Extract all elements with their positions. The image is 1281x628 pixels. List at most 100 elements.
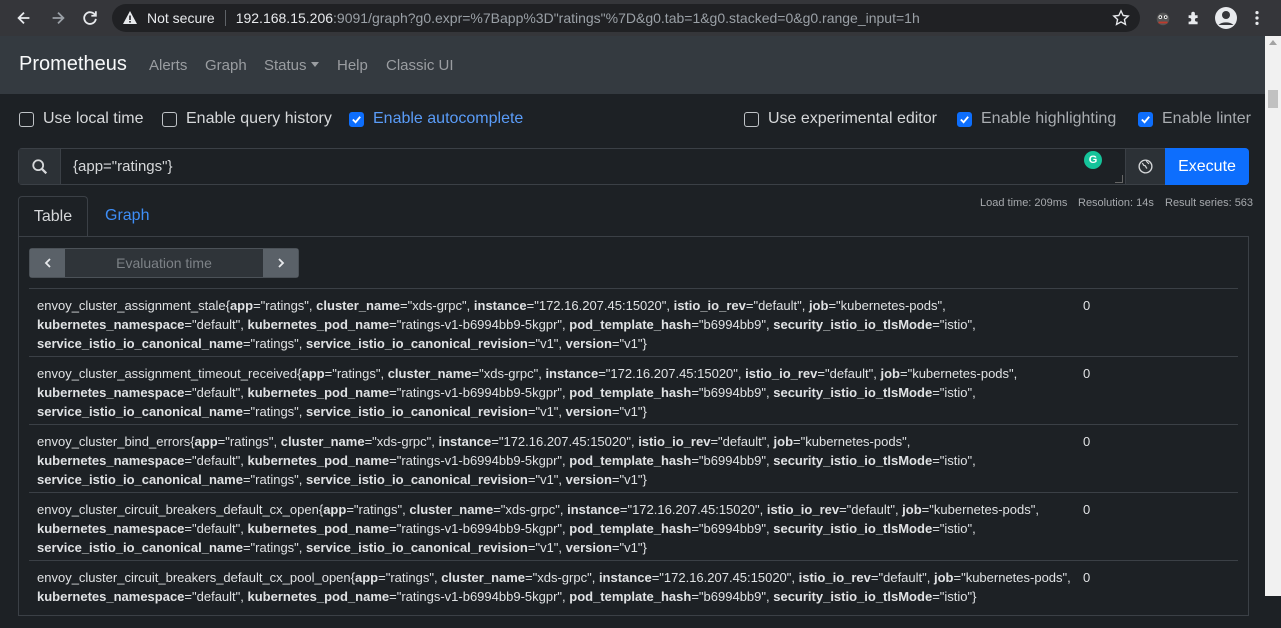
prev-time-button[interactable]	[30, 249, 65, 277]
label-value: ="172.16.207.45:15020",	[491, 434, 639, 449]
series-value: 0	[1083, 366, 1091, 381]
label-key: kubernetes_pod_name	[247, 453, 390, 468]
label-key: app	[301, 366, 325, 381]
label-key: cluster_name	[441, 570, 526, 585]
puzzle-icon[interactable]	[1184, 8, 1204, 28]
option-label: Enable linter	[1162, 110, 1251, 127]
scroll-up-icon[interactable]	[1269, 40, 1277, 45]
chevron-down-icon	[310, 62, 319, 67]
label-value: ="ratings",	[242, 540, 307, 555]
label-key: version	[565, 404, 612, 419]
nav-status-label: Status	[264, 57, 307, 74]
label-value: ="default",	[184, 317, 248, 332]
label-value: ="ratings-v1-b6994bb9-5kgpr",	[389, 521, 570, 536]
star-icon[interactable]	[1112, 9, 1130, 27]
series-label: envoy_cluster_assignment_stale{app="rati…	[37, 296, 1077, 353]
nav-status[interactable]: Status	[264, 57, 319, 74]
label-value: ="xds-grpc",	[399, 298, 474, 313]
label-key: app	[194, 434, 218, 449]
table-row: envoy_cluster_bind_errors{app="ratings",…	[29, 424, 1238, 492]
table-row: envoy_cluster_circuit_breakers_default_c…	[29, 560, 1238, 628]
tab-table[interactable]: Table	[18, 196, 88, 237]
label-value: ="xds-grpc",	[525, 570, 599, 585]
option-enable-linter[interactable]: Enable linter	[1138, 109, 1251, 129]
series-value: 0	[1083, 298, 1091, 313]
label-value: ="b6994bb9",	[691, 521, 774, 536]
label-value: ="kubernetes-pods",	[793, 434, 911, 449]
query-bar: {app="ratings"} G Execute	[18, 148, 1249, 185]
label-value: ="ratings",	[242, 472, 307, 487]
checkbox[interactable]	[744, 111, 759, 127]
metric-name: envoy_cluster_circuit_breakers_default_c…	[37, 502, 324, 517]
scroll-thumb[interactable]	[1268, 90, 1278, 108]
evaluation-time-input[interactable]: Evaluation time	[65, 249, 263, 277]
nav-help[interactable]: Help	[337, 57, 368, 74]
label-key: instance	[567, 502, 620, 517]
grammarly-icon[interactable]: G	[1084, 151, 1102, 169]
checkbox-checked[interactable]	[349, 111, 364, 127]
label-key: instance	[598, 570, 652, 585]
label-value: ="kubernetes-pods",	[921, 502, 1039, 517]
label-key: cluster_name	[409, 502, 494, 517]
option-enable-autocomplete[interactable]: Enable autocomplete	[349, 109, 523, 129]
option-enable-query-history[interactable]: Enable query history	[162, 109, 332, 129]
brand-link[interactable]: Prometheus	[19, 53, 127, 76]
label-value: ="ratings-v1-b6994bb9-5kgpr",	[389, 317, 570, 332]
profile-icon[interactable]	[1214, 6, 1238, 30]
label-key: security_istio_io_tlsMode	[773, 453, 933, 468]
series-value: 0	[1083, 570, 1091, 585]
label-key: istio_io_rev	[745, 366, 818, 381]
evaluation-time-control: Evaluation time	[29, 248, 299, 278]
option-use-local-time[interactable]: Use local time	[19, 109, 143, 129]
label-key: version	[565, 472, 612, 487]
label-key: kubernetes_pod_name	[247, 589, 390, 604]
option-use-experimental-editor[interactable]: Use experimental editor	[744, 109, 937, 129]
label-value: ="172.16.207.45:15020",	[619, 502, 767, 517]
omnibox-separator	[224, 10, 226, 26]
url-path: :9091/graph?g0.expr=%7Bapp%3D"ratings"%7…	[333, 10, 920, 26]
metric-name: envoy_cluster_bind_errors{	[37, 434, 195, 449]
nav-alerts[interactable]: Alerts	[149, 57, 187, 74]
label-key: app	[323, 502, 347, 517]
query-input[interactable]: {app="ratings"}	[73, 158, 172, 175]
checkbox-checked[interactable]	[1138, 111, 1153, 127]
resize-handle[interactable]	[1115, 175, 1123, 183]
load-time: Load time: 209ms	[980, 197, 1068, 209]
tab-graph[interactable]: Graph	[105, 207, 149, 225]
execute-button[interactable]: Execute	[1165, 148, 1249, 185]
extension-icon[interactable]	[1153, 8, 1173, 28]
globe-icon[interactable]	[1125, 149, 1165, 184]
option-enable-highlighting[interactable]: Enable highlighting	[957, 109, 1116, 129]
label-key: app	[229, 298, 254, 313]
nav-graph[interactable]: Graph	[205, 57, 247, 74]
reload-icon[interactable]	[79, 7, 101, 29]
label-value: ="ratings",	[217, 434, 281, 449]
label-value: ="v1"}	[611, 540, 647, 555]
option-label: Enable query history	[186, 110, 332, 127]
option-label: Use local time	[43, 110, 144, 127]
metric-name: envoy_cluster_assignment_timeout_receive…	[37, 366, 302, 381]
label-key: security_istio_io_tlsMode	[773, 317, 933, 332]
label-value: ="v1",	[527, 540, 566, 555]
next-time-button[interactable]	[263, 249, 298, 277]
label-value: ="b6994bb9",	[691, 453, 774, 468]
checkbox-checked[interactable]	[957, 111, 972, 127]
series-value: 0	[1083, 502, 1091, 517]
label-value: ="default",	[817, 366, 881, 381]
label-value: ="ratings",	[378, 570, 442, 585]
label-value: ="xds-grpc",	[471, 366, 546, 381]
label-value: ="istio",	[932, 385, 976, 400]
address-bar[interactable]: Not secure 192.168.15.206:9091/graph?g0.…	[112, 4, 1140, 32]
nav-classic-ui[interactable]: Classic UI	[386, 57, 454, 74]
kebab-menu-icon[interactable]	[1247, 8, 1267, 28]
forward-icon[interactable]	[47, 7, 69, 29]
label-value: ="172.16.207.45:15020",	[598, 366, 746, 381]
checkbox[interactable]	[162, 111, 177, 127]
checkbox[interactable]	[19, 111, 34, 127]
label-key: kubernetes_namespace	[37, 317, 185, 332]
page-scrollbar[interactable]	[1265, 36, 1281, 596]
label-value: ="b6994bb9",	[691, 385, 774, 400]
back-icon[interactable]	[13, 7, 35, 29]
label-key: job	[808, 298, 829, 313]
label-key: kubernetes_namespace	[37, 385, 185, 400]
